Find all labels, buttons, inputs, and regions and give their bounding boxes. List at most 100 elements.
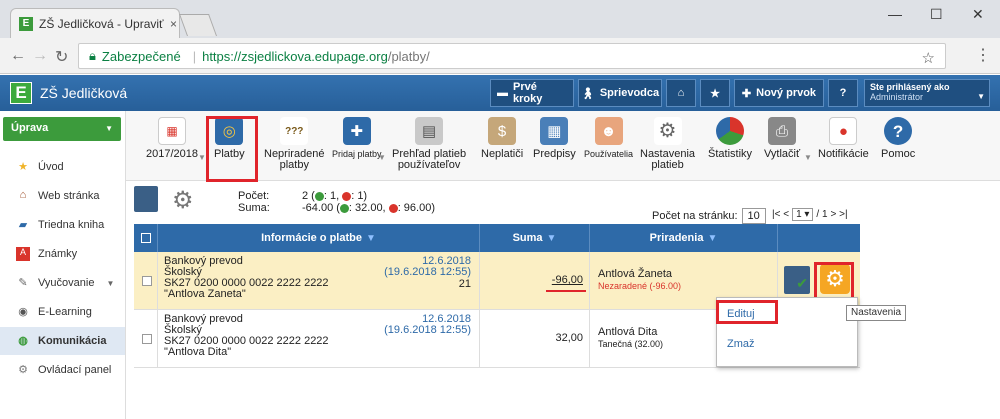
tool-statistiky[interactable]: Štatistiky (708, 117, 752, 160)
gear-highlight (814, 262, 854, 300)
star-icon: ★ (18, 161, 28, 173)
row-checkbox[interactable] (142, 334, 152, 344)
bookmark-star-icon[interactable]: ☆ (922, 49, 935, 67)
row-sum-cell: -96,00 (480, 252, 590, 310)
per-page-input[interactable]: 10 (741, 208, 766, 224)
save-icon[interactable] (134, 186, 158, 212)
tool-notifikacie[interactable]: ● Notifikácie (818, 117, 869, 160)
edupage-logo[interactable]: E (10, 82, 32, 104)
save-assign-button[interactable]: ✔ (784, 266, 810, 294)
home-button[interactable]: ⌂ (666, 79, 696, 107)
forward-arrow-icon[interactable]: → (32, 47, 48, 65)
url-input[interactable]: 🔒︎ Zabezpečené | https://zsjedlickova.ed… (78, 43, 946, 69)
star-icon: ★ (710, 87, 720, 100)
help-button[interactable]: ? (828, 79, 858, 107)
tool-pridaj[interactable]: ✚ Pridaj platby (332, 117, 382, 160)
amount-underline-mark (546, 290, 586, 292)
count-minus: : 1) (351, 190, 368, 202)
new-item-button[interactable]: ✚ Nový prvok (734, 79, 824, 107)
elearning-icon: ◉ (18, 306, 28, 318)
sidebar-item-triedna-kniha[interactable]: ▰ Triedna kniha (0, 211, 125, 239)
settings-tooltip: Nastavenia (846, 305, 907, 321)
sidebar-item-label: Komunikácia (38, 335, 107, 347)
browser-tab[interactable]: E ZŠ Jedličková - Upraviť v... × (10, 8, 180, 38)
prehlad-label-2: používateľov (397, 159, 461, 171)
sum-minus: : 96.00) (397, 202, 435, 214)
year-selector[interactable]: ▦ 2017/2018 (146, 117, 198, 160)
sidebar-section-uprava[interactable]: Úprava ▼ (3, 117, 121, 141)
tab-close-icon[interactable]: × (170, 17, 177, 31)
sidebar-item-znamky[interactable]: A Známky (0, 240, 125, 268)
row-checkbox-cell (134, 252, 158, 310)
tool-nepriradene[interactable]: ??? Nepriradené platby (264, 117, 325, 171)
table-header: Informácie o platbe ▼ Suma ▼ Priradenia … (134, 224, 860, 252)
favorites-button[interactable]: ★ (700, 79, 730, 107)
first-steps-button[interactable]: ▬ Prvé kroky (490, 79, 574, 107)
pomoc-label: Pomoc (881, 148, 916, 160)
chevron-down-icon[interactable]: ▼ (378, 153, 386, 162)
help-icon: ? (839, 87, 847, 99)
sidebar-section-label: Úprava (11, 122, 49, 134)
pie-chart-icon (716, 117, 744, 145)
gear-icon[interactable]: ⚙ (172, 186, 194, 215)
monitor-icon: ▬ (497, 87, 508, 99)
tool-vytlacit[interactable]: ⎙ Vytlačiť (764, 117, 800, 160)
sidebar-item-label: Známky (38, 248, 78, 260)
minimize-icon[interactable]: — (888, 6, 902, 22)
header-priradenia[interactable]: Priradenia ▼ (590, 224, 778, 252)
prescriptions-icon: ▦ (540, 117, 569, 145)
tool-neplatici[interactable]: $ Neplatiči (481, 117, 523, 160)
select-all-checkbox[interactable] (140, 233, 151, 243)
browser-menu-icon[interactable]: ⋮ (975, 45, 991, 65)
tool-nastavenia-platieb[interactable]: ⚙ Nastavenia platieb (640, 117, 695, 171)
filter-icon[interactable]: ▼ (366, 233, 376, 244)
web-icon: ⌂ (19, 189, 27, 201)
sidebar-item-web[interactable]: ⌂ Web stránka (0, 182, 125, 210)
minus-icon (388, 203, 398, 213)
header-suma-label: Suma (512, 232, 543, 244)
sidebar-item-uvod[interactable]: ★ Úvod (0, 153, 125, 181)
payment-date: 12.6.2018 (19.6.2018 12:55) (384, 314, 471, 336)
close-window-icon[interactable]: ✕ (972, 6, 984, 23)
assigned-name: Antlová Žaneta (598, 268, 672, 280)
filter-icon[interactable]: ▼ (547, 233, 557, 244)
user-menu[interactable]: Ste prihlásený ako Administrátor ▼ (864, 79, 990, 107)
sidebar-item-komunikacia[interactable]: ◍ Komunikácia (0, 327, 125, 355)
platby-highlight (206, 116, 258, 182)
chevron-down-icon: ▼ (106, 278, 115, 288)
walking-icon: 🚶︎ (580, 87, 595, 100)
add-payment-icon: ✚ (342, 117, 371, 145)
tool-pomoc[interactable]: ? Pomoc (881, 117, 915, 160)
header-suma[interactable]: Suma ▼ (480, 224, 590, 252)
sidebar-item-vyucovanie[interactable]: ✎ Vyučovanie ▼ (0, 269, 125, 297)
tool-pouzivatelia[interactable]: ☻ Používatelia (584, 117, 633, 160)
edit-highlight (716, 300, 778, 324)
pager-next[interactable]: > >| (831, 209, 848, 220)
school-name[interactable]: ZŠ Jedličková (40, 85, 127, 101)
guide-button[interactable]: 🚶︎ Sprievodca (578, 79, 662, 107)
chevron-down-icon[interactable]: ▼ (804, 153, 812, 162)
payment-info: Bankový prevod Školský SK27 0200 0000 00… (164, 314, 329, 358)
row-checkbox[interactable] (142, 276, 152, 286)
tool-predpisy[interactable]: ▦ Predpisy (533, 117, 576, 160)
header-info[interactable]: Informácie o platbe ▼ (158, 224, 480, 252)
sidebar-item-elearning[interactable]: ◉ E-Learning (0, 298, 125, 326)
new-tab-button[interactable] (178, 14, 218, 36)
url-separator: | (192, 48, 197, 64)
sidebar-item-ovladaci-panel[interactable]: ⚙ Ovládací panel (0, 356, 125, 384)
menu-item-delete[interactable]: Zmaž (727, 338, 755, 350)
row-info: Bankový prevod Školský SK27 0200 0000 00… (158, 310, 480, 368)
chevron-down-icon[interactable]: ▼ (198, 153, 206, 162)
reload-icon[interactable]: ↻ (55, 47, 68, 67)
sidebar: Úprava ▼ ★ Úvod ⌂ Web stránka ▰ Triedna … (0, 111, 126, 419)
filter-icon[interactable]: ▼ (707, 233, 717, 244)
count-label: Počet: (238, 190, 270, 202)
page-select[interactable]: 1 ▾ (792, 208, 814, 221)
pager-prev[interactable]: |< < (772, 209, 789, 220)
user-role: Administrátor (870, 92, 924, 102)
back-arrow-icon[interactable]: ← (10, 47, 26, 65)
printer-icon: ⎙ (768, 117, 797, 145)
tool-prehlad[interactable]: ▤ Prehľad platieb používateľov (392, 117, 466, 171)
maximize-icon[interactable]: ☐ (930, 6, 943, 23)
teaching-icon: ✎ (18, 277, 28, 289)
